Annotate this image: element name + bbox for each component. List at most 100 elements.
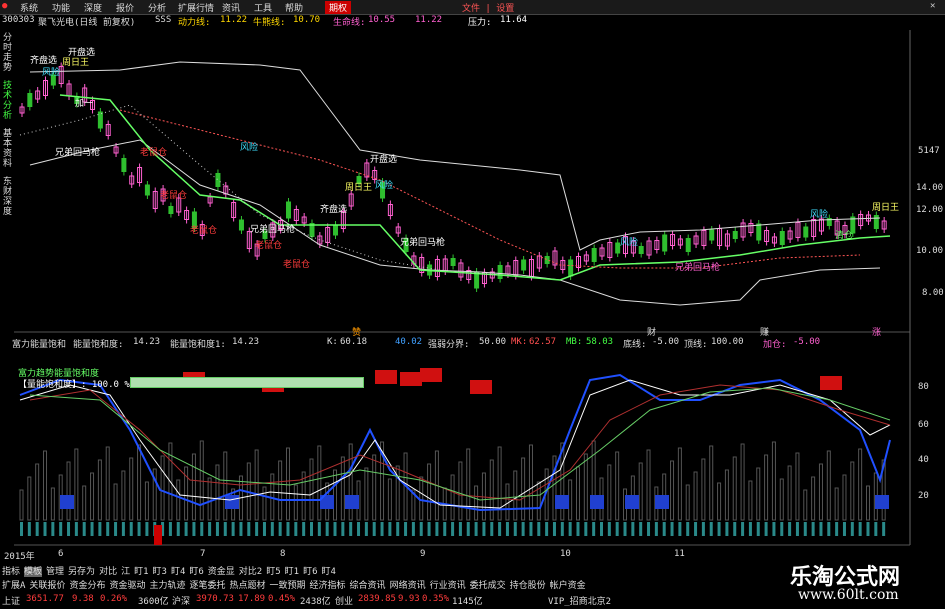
ind-base-bar [137, 522, 141, 536]
annotation-label: 加一 [75, 98, 93, 109]
ind-base-bar [717, 522, 721, 536]
nav-row1-7[interactable]: 盯3 [153, 567, 167, 577]
ind-base-bar [584, 522, 588, 536]
ind-base-bar [59, 522, 63, 536]
mb-label: MB: [566, 337, 583, 347]
nav-row1-0[interactable]: 指标 [2, 567, 20, 577]
ind-base-bar [200, 522, 204, 536]
ind-base-bar [811, 522, 815, 536]
nav-row2-6[interactable]: 热点题材 [230, 581, 266, 591]
ind-base-bar [372, 522, 376, 536]
ind-hist-bar [826, 450, 831, 521]
ind-base-bar [474, 522, 478, 536]
ind-hist-bar [607, 464, 612, 521]
nav-row2-12[interactable]: 委托成交 [470, 581, 506, 591]
annotation-label: 风险 [620, 236, 638, 248]
ind-base-bar [623, 522, 627, 536]
candle-body [779, 231, 785, 245]
ind-base-bar [498, 522, 502, 536]
ind-base-bar [325, 522, 329, 536]
ind-hist-bar [66, 461, 71, 521]
ind-hist-bar [732, 456, 737, 521]
ind-base-bar [694, 522, 698, 536]
nav-row1-11[interactable]: 对比2 [239, 567, 262, 577]
nav-row2-5[interactable]: 逐笔委托 [189, 581, 225, 591]
nav-row1-1[interactable]: 模板 [24, 567, 43, 577]
ind-base-bar [98, 522, 102, 536]
annotation-label: 齐盘选 [30, 54, 57, 66]
ind-hist-bar [505, 483, 510, 521]
ind-base-bar [701, 522, 705, 536]
watermark: 乐淘公式网 www.60lt.com [770, 553, 945, 609]
candle-body [144, 184, 150, 196]
ticker-hs-value: 3970.73 [196, 594, 234, 604]
ind-base-bar [317, 522, 321, 536]
nav-row1-14[interactable]: 盯6 [303, 567, 317, 577]
nav-row1-10[interactable]: 资金显 [208, 567, 235, 577]
ticker-cy-pct: 0.35% [422, 594, 450, 604]
mk-value: 62.57 [529, 337, 557, 347]
ind-hist-bar [458, 461, 463, 521]
ind-base-bar [850, 522, 854, 536]
ticker-hs-vol: 2438亿 [300, 597, 331, 607]
ind-base-bar [380, 522, 384, 536]
nav-row2-8[interactable]: 经济指标 [310, 581, 346, 591]
ind-base-bar [458, 522, 462, 536]
ind-base-bar [451, 522, 455, 536]
ind-base-bar [654, 522, 658, 536]
nav-row1-13[interactable]: 盯1 [285, 567, 299, 577]
nav-row1-2[interactable]: 管理 [46, 567, 64, 577]
nav-row2-7[interactable]: 一致预期 [270, 581, 306, 591]
ind-hist-bar [779, 478, 784, 521]
dx-label: 底线: [623, 340, 647, 350]
kline-chart[interactable]: 开盘选齐盘选风险周日王加一兄弟回马枪 老鼠仓老鼠仓老鼠仓老鼠仓风险兄弟回马枪老鼠仓… [0, 0, 945, 609]
nav-row2-9[interactable]: 综合资讯 [350, 581, 386, 591]
ticker-bar: 上证 3651.77 9.38 0.26% 3600亿 沪深 3970.73 1… [0, 594, 770, 609]
marker-cai: 财 [647, 328, 657, 338]
nav-row2-10[interactable]: 网络资讯 [390, 581, 426, 591]
ind-base-bar [427, 522, 431, 536]
ind-base-bar [114, 522, 118, 536]
nav-row1-6[interactable]: 盯1 [134, 567, 148, 577]
ind-hist-bar [176, 479, 181, 521]
nav-row2-11[interactable]: 行业资讯 [430, 581, 466, 591]
mb-value: 58.03 [586, 337, 614, 347]
nav-row1-4[interactable]: 对比 [99, 567, 117, 577]
nav-row1-9[interactable]: 盯6 [189, 567, 203, 577]
ind-sub-label: 能量饱和度: [73, 340, 124, 350]
ind-base-bar [537, 522, 541, 536]
nav-row1-5[interactable]: 江 [121, 567, 130, 577]
nav-row1-15[interactable]: 盯4 [321, 567, 335, 577]
nav-row1-3[interactable]: 另存为 [68, 567, 95, 577]
annotation-label: 周日王 [62, 57, 89, 68]
date-6: 6 [58, 549, 64, 559]
ind-hist-bar [646, 449, 651, 521]
ind-base-bar [639, 522, 643, 536]
ind-base-bar [364, 522, 368, 536]
ind-base-bar [568, 522, 572, 536]
ind-hist-bar [364, 467, 369, 521]
candle-body [333, 224, 339, 236]
nav-row2-0[interactable]: 扩展A [2, 581, 25, 591]
ind-blue-block [225, 495, 239, 509]
ind-hist-bar [223, 451, 228, 521]
ind-hist-bar [771, 441, 776, 521]
nav-row1-12[interactable]: 盯5 [266, 567, 280, 577]
ind-base-bar [788, 522, 792, 536]
ind-hist-bar [474, 485, 479, 521]
nav-row1-8[interactable]: 盯4 [171, 567, 185, 577]
ind-base-bar [247, 522, 251, 536]
nav-row2-2[interactable]: 资金分布 [69, 581, 105, 591]
nav-row2-3[interactable]: 资金驱动 [109, 581, 145, 591]
ind-hist-bar [137, 444, 142, 521]
nav-row2-13[interactable]: 持仓股份 [510, 581, 546, 591]
ind-hist-bar [129, 457, 134, 521]
annotation-label: 兄弟回马枪 [675, 261, 720, 273]
nav-row2-1[interactable]: 关联报价 [29, 581, 65, 591]
ind-base-bar [819, 522, 823, 536]
annotation-label: 风险 [240, 141, 258, 153]
nav-row2-14[interactable]: 帐户资金 [550, 581, 586, 591]
nav-row2-4[interactable]: 主力轨迹 [149, 581, 185, 591]
ind-hist-bar [803, 489, 808, 521]
date-8: 8 [280, 549, 286, 559]
